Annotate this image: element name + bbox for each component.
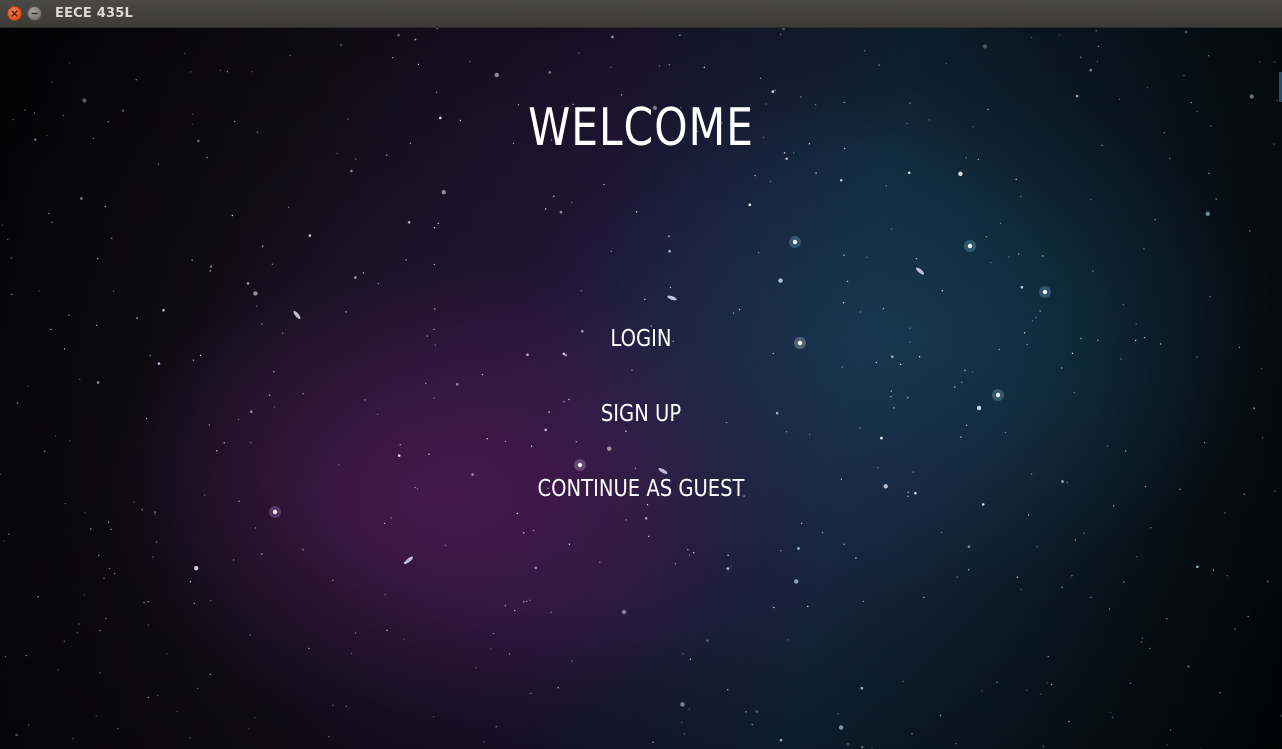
- minimize-button[interactable]: [27, 6, 42, 21]
- welcome-heading: WELCOME: [528, 98, 754, 158]
- minimize-icon: [31, 12, 38, 15]
- app-window: EECE 435L WELCOME LOGIN SIGN UP CONTINUE…: [0, 0, 1282, 749]
- sign-up-button[interactable]: SIGN UP: [96, 401, 1186, 427]
- close-button[interactable]: [7, 6, 22, 21]
- continue-as-guest-button[interactable]: CONTINUE AS GUEST: [96, 476, 1186, 502]
- login-button[interactable]: LOGIN: [96, 326, 1186, 352]
- close-icon: [11, 10, 18, 17]
- welcome-screen: WELCOME LOGIN SIGN UP CONTINUE AS GUEST: [0, 28, 1282, 749]
- title-bar[interactable]: EECE 435L: [0, 0, 1282, 28]
- window-title: EECE 435L: [55, 6, 133, 21]
